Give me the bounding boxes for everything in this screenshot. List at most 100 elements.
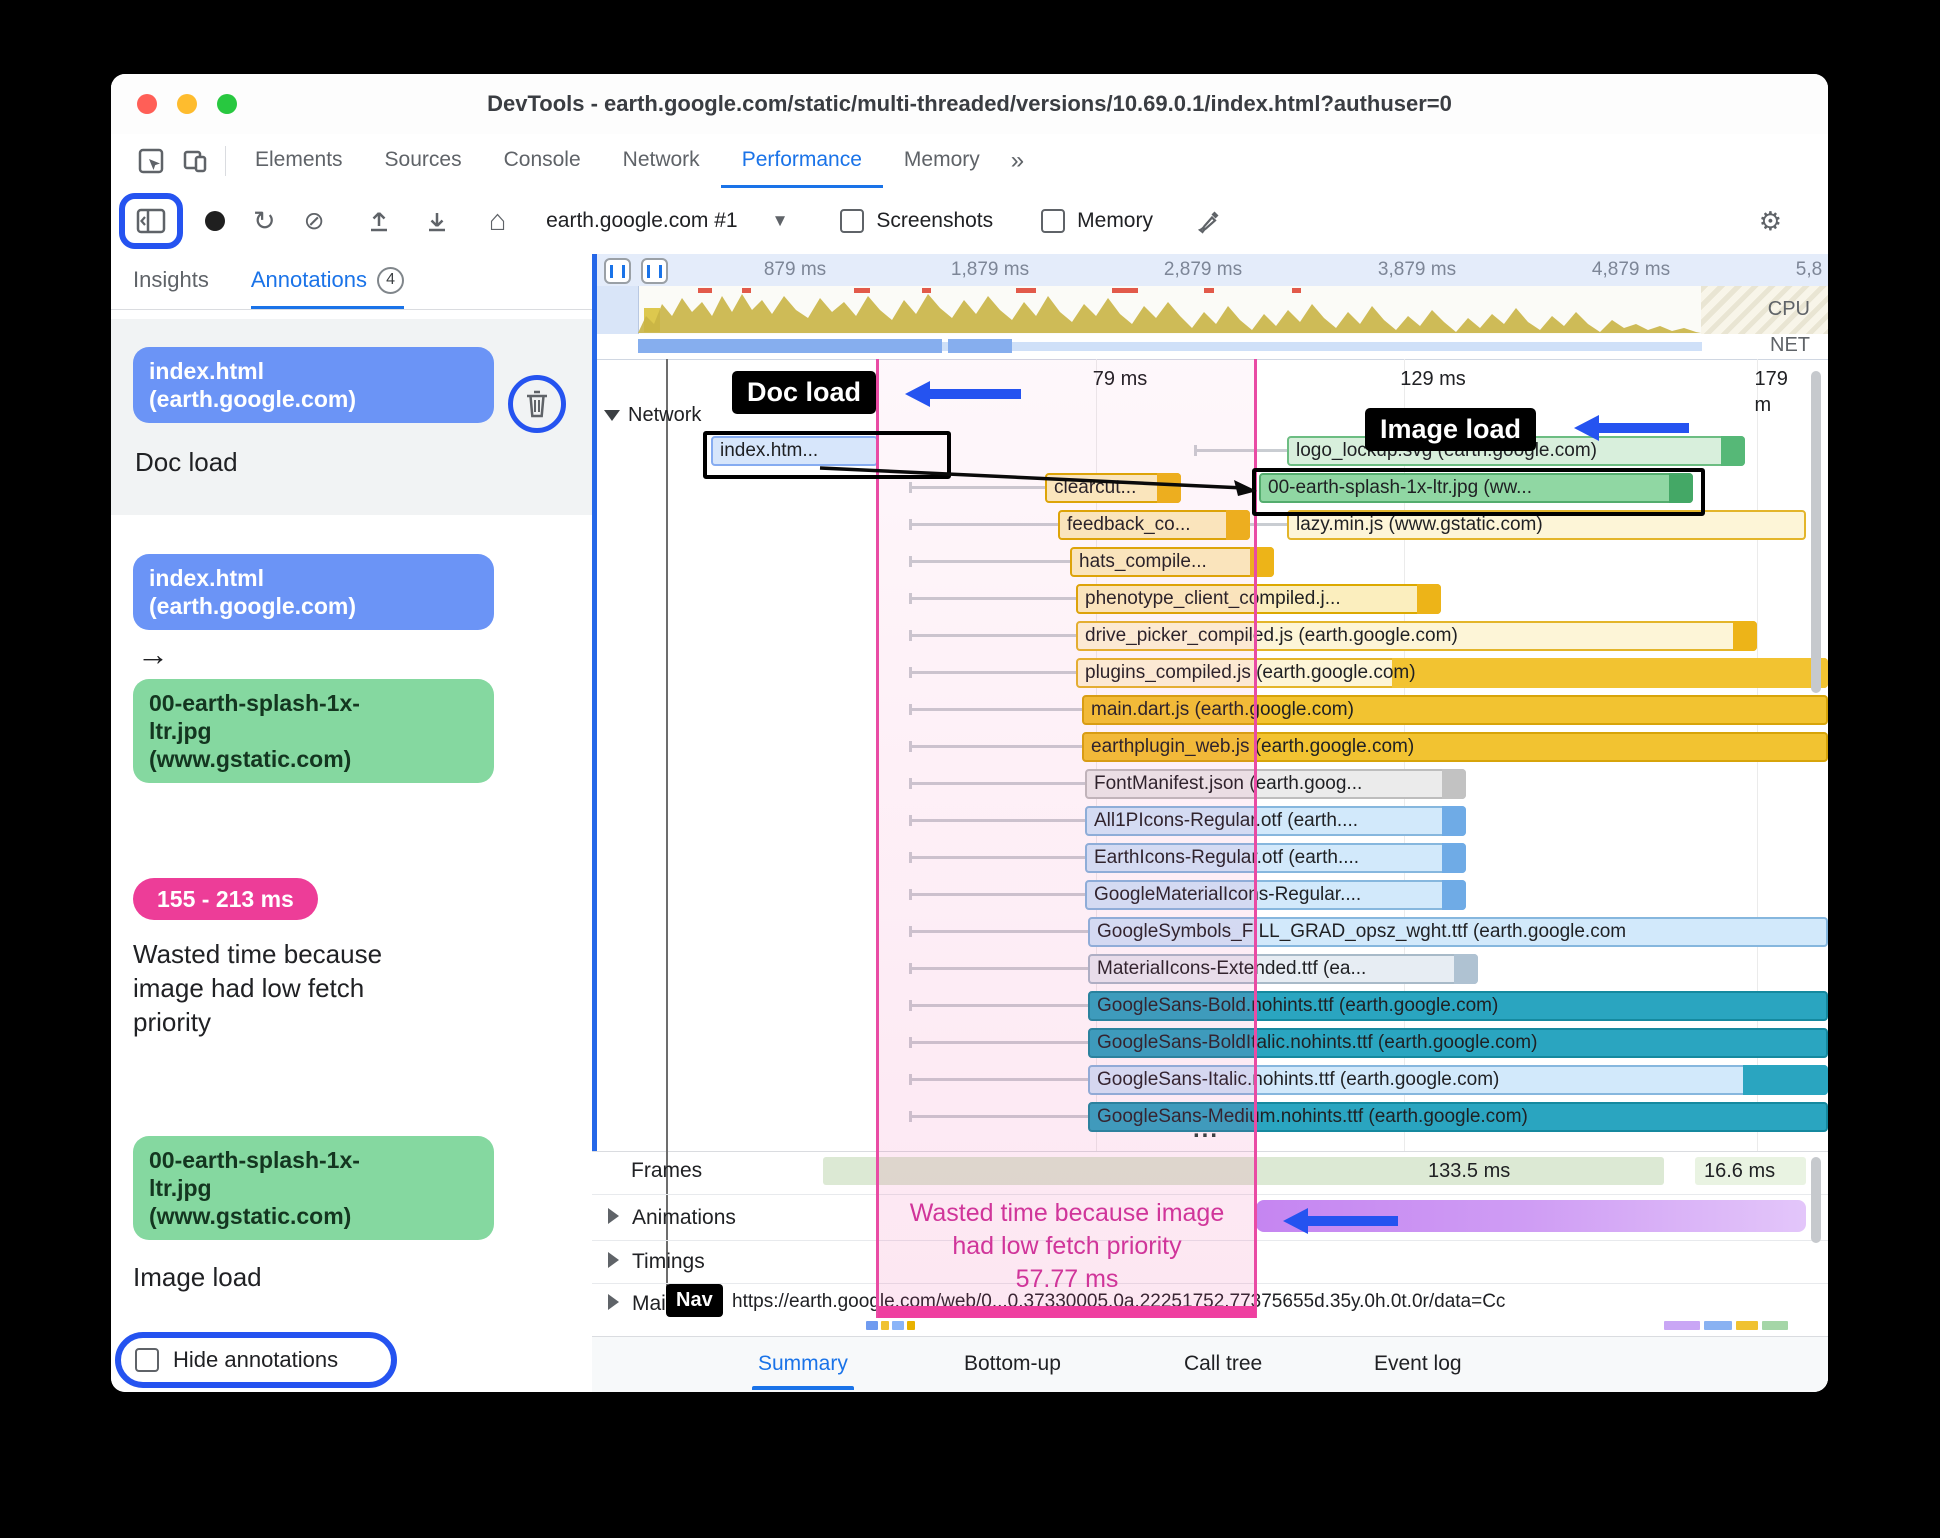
annotation-entry-connection[interactable]: index.html (earth.google.com) → 00-earth… xyxy=(133,554,592,783)
range-handle-right[interactable] xyxy=(641,258,668,284)
tab-console[interactable]: Console xyxy=(483,134,602,188)
tab-elements[interactable]: Elements xyxy=(234,134,364,188)
network-request-label: GoogleSymbols_FILL_GRAD_opsz_wght.ttf (e… xyxy=(1097,921,1627,942)
network-request-bar[interactable]: phenotype_client_compiled.j... xyxy=(1076,584,1441,614)
hide-annotations-highlight-ring: Hide annotations xyxy=(115,1332,397,1388)
timings-expand-icon[interactable] xyxy=(608,1252,619,1268)
screenshots-label: Screenshots xyxy=(876,209,994,232)
request-timing-line xyxy=(909,926,1088,937)
hide-annotations-checkbox[interactable] xyxy=(135,1348,159,1372)
wasted-time-overlay-label: Wasted time because image had low fetch … xyxy=(878,1197,1256,1296)
tab-memory[interactable]: Memory xyxy=(883,134,1001,188)
more-tabs-button[interactable]: » xyxy=(1001,134,1034,188)
screenshots-checkbox[interactable] xyxy=(840,209,865,233)
network-request-bar[interactable]: GoogleSans-Bold.nohints.ttf (earth.googl… xyxy=(1088,991,1828,1021)
network-request-label: FontManifest.json (earth.goog... xyxy=(1094,773,1363,794)
network-request-label: lazy.min.js (www.gstatic.com) xyxy=(1296,514,1543,535)
garbage-collect-icon[interactable] xyxy=(1187,208,1231,234)
tab-insights[interactable]: Insights xyxy=(133,254,209,309)
target-selector[interactable]: earth.google.com #1 xyxy=(546,209,737,233)
network-request-bar[interactable]: lazy.min.js (www.gstatic.com) xyxy=(1287,510,1806,540)
main-expand-icon[interactable] xyxy=(608,1294,619,1310)
save-profile-icon[interactable] xyxy=(415,209,459,233)
tab-annotations[interactable]: Annotations 4 xyxy=(250,254,405,309)
network-request-bar[interactable]: FontManifest.json (earth.goog... xyxy=(1085,769,1466,799)
network-request-bar[interactable]: drive_picker_compiled.js (earth.google.c… xyxy=(1076,621,1757,651)
home-icon[interactable]: ⌂ xyxy=(489,205,507,238)
load-profile-icon[interactable] xyxy=(357,209,401,233)
record-icon[interactable] xyxy=(205,211,225,231)
image-load-arrow-icon xyxy=(1574,415,1689,441)
network-section-header[interactable]: Network xyxy=(604,404,701,427)
frames-bar[interactable] xyxy=(823,1157,1664,1185)
doc-load-arrow-icon xyxy=(905,381,1021,407)
network-request-bar[interactable]: GoogleMaterialIcons-Regular.... xyxy=(1085,880,1466,910)
reload-and-record-icon[interactable]: ↻ xyxy=(253,206,276,237)
network-request-bar[interactable]: GoogleSans-Italic.nohints.ttf (earth.goo… xyxy=(1088,1065,1828,1095)
request-timing-line xyxy=(909,889,1085,900)
collapse-triangle-icon[interactable] xyxy=(604,410,620,421)
annotations-count-badge: 4 xyxy=(377,266,405,294)
frame-duration-value: 133.5 ms xyxy=(1428,1160,1511,1182)
delete-annotation-button[interactable] xyxy=(524,389,550,419)
animations-track-label[interactable]: Animations xyxy=(632,1202,736,1234)
annotation-chip[interactable]: index.html (earth.google.com) xyxy=(133,554,494,630)
frames-track-label[interactable]: Frames xyxy=(631,1157,702,1185)
network-request-bar[interactable]: earthplugin_web.js (earth.google.com) xyxy=(1082,732,1828,762)
annotation-chip[interactable]: 00-earth-splash-1x- ltr.jpg (www.gstatic… xyxy=(133,679,494,783)
doc-load-callout: Doc load xyxy=(732,371,877,414)
hide-annotations-label: Hide annotations xyxy=(173,1347,339,1372)
network-request-bar[interactable]: EarthIcons-Regular.otf (earth.... xyxy=(1085,843,1466,873)
network-request-bar[interactable]: GoogleSans-BoldItalic.nohints.ttf (earth… xyxy=(1088,1028,1828,1058)
network-request-label: plugins_compiled.js (earth.google.com) xyxy=(1085,662,1416,683)
network-request-bar[interactable]: 00-earth-splash-1x-ltr.jpg (ww... xyxy=(1259,473,1693,503)
network-request-bar[interactable]: All1PIcons-Regular.otf (earth.... xyxy=(1085,806,1466,836)
annotation-entry-wasted-time[interactable]: 155 - 213 ms Wasted time because image h… xyxy=(133,878,592,1039)
time-range-chip[interactable]: 155 - 213 ms xyxy=(133,878,318,920)
network-request-bar[interactable]: main.dart.js (earth.google.com) xyxy=(1082,695,1828,725)
waterfall-scrollbar[interactable] xyxy=(1811,371,1821,693)
annotation-label: Image load xyxy=(133,1262,262,1292)
network-request-label: phenotype_client_compiled.j... xyxy=(1085,588,1341,609)
range-handle-left[interactable] xyxy=(604,258,631,284)
device-toolbar-icon[interactable] xyxy=(173,134,217,188)
annotation-chip[interactable]: 00-earth-splash-1x- ltr.jpg (www.gstatic… xyxy=(133,1136,494,1240)
target-selector-caret-icon[interactable]: ▼ xyxy=(772,211,789,231)
tab-sources[interactable]: Sources xyxy=(364,134,483,188)
network-request-bar[interactable]: clearcut... xyxy=(1045,473,1181,503)
timings-track-label[interactable]: Timings xyxy=(632,1246,705,1278)
sidebar-toggle-icon[interactable] xyxy=(129,208,173,234)
annotation-entry-image-load[interactable]: 00-earth-splash-1x- ltr.jpg (www.gstatic… xyxy=(133,1136,592,1294)
tab-bottom-up[interactable]: Bottom-up xyxy=(964,1337,1061,1390)
annotation-entry-doc-load[interactable]: index.html (earth.google.com) Doc load xyxy=(111,319,592,515)
annotation-chip[interactable]: index.html (earth.google.com) xyxy=(133,347,494,423)
tab-summary[interactable]: Summary xyxy=(752,1337,854,1390)
network-request-bar[interactable]: MaterialIcons-Extended.ttf (ea... xyxy=(1088,954,1478,984)
network-request-label: GoogleSans-BoldItalic.nohints.ttf (earth… xyxy=(1097,1032,1538,1053)
network-request-bar[interactable]: GoogleSymbols_FILL_GRAD_opsz_wght.ttf (e… xyxy=(1088,917,1828,947)
network-request-label: clearcut... xyxy=(1054,477,1137,498)
tab-performance[interactable]: Performance xyxy=(720,134,883,188)
memory-checkbox[interactable] xyxy=(1041,209,1066,233)
nav-marker-badge: Nav xyxy=(666,1284,723,1317)
network-request-bar[interactable]: plugins_compiled.js (earth.google.com) xyxy=(1076,658,1828,688)
capture-settings-icon[interactable]: ⚙ xyxy=(1759,206,1782,237)
tab-event-log[interactable]: Event log xyxy=(1374,1337,1462,1390)
divider xyxy=(225,146,226,176)
request-timing-line xyxy=(909,1037,1088,1048)
clear-icon[interactable]: ⊘ xyxy=(304,206,325,236)
tab-network[interactable]: Network xyxy=(602,134,721,188)
net-strip-label: NET xyxy=(1770,334,1810,356)
network-request-bar[interactable]: hats_compile... xyxy=(1070,547,1274,577)
network-request-bar[interactable]: feedback_co... xyxy=(1058,510,1250,540)
network-request-bar[interactable]: index.htm... xyxy=(711,436,878,466)
inspect-icon[interactable] xyxy=(129,134,173,188)
network-request-label: GoogleSans-Bold.nohints.ttf (earth.googl… xyxy=(1097,995,1499,1016)
overflow-indicator[interactable]: ... xyxy=(1193,1116,1219,1144)
request-timing-line xyxy=(909,556,1070,567)
tracks-scrollbar[interactable] xyxy=(1811,1157,1821,1243)
network-request-label: feedback_co... xyxy=(1067,514,1191,535)
animations-expand-icon[interactable] xyxy=(608,1208,619,1224)
tab-call-tree[interactable]: Call tree xyxy=(1184,1337,1262,1390)
request-timing-line xyxy=(909,963,1088,974)
